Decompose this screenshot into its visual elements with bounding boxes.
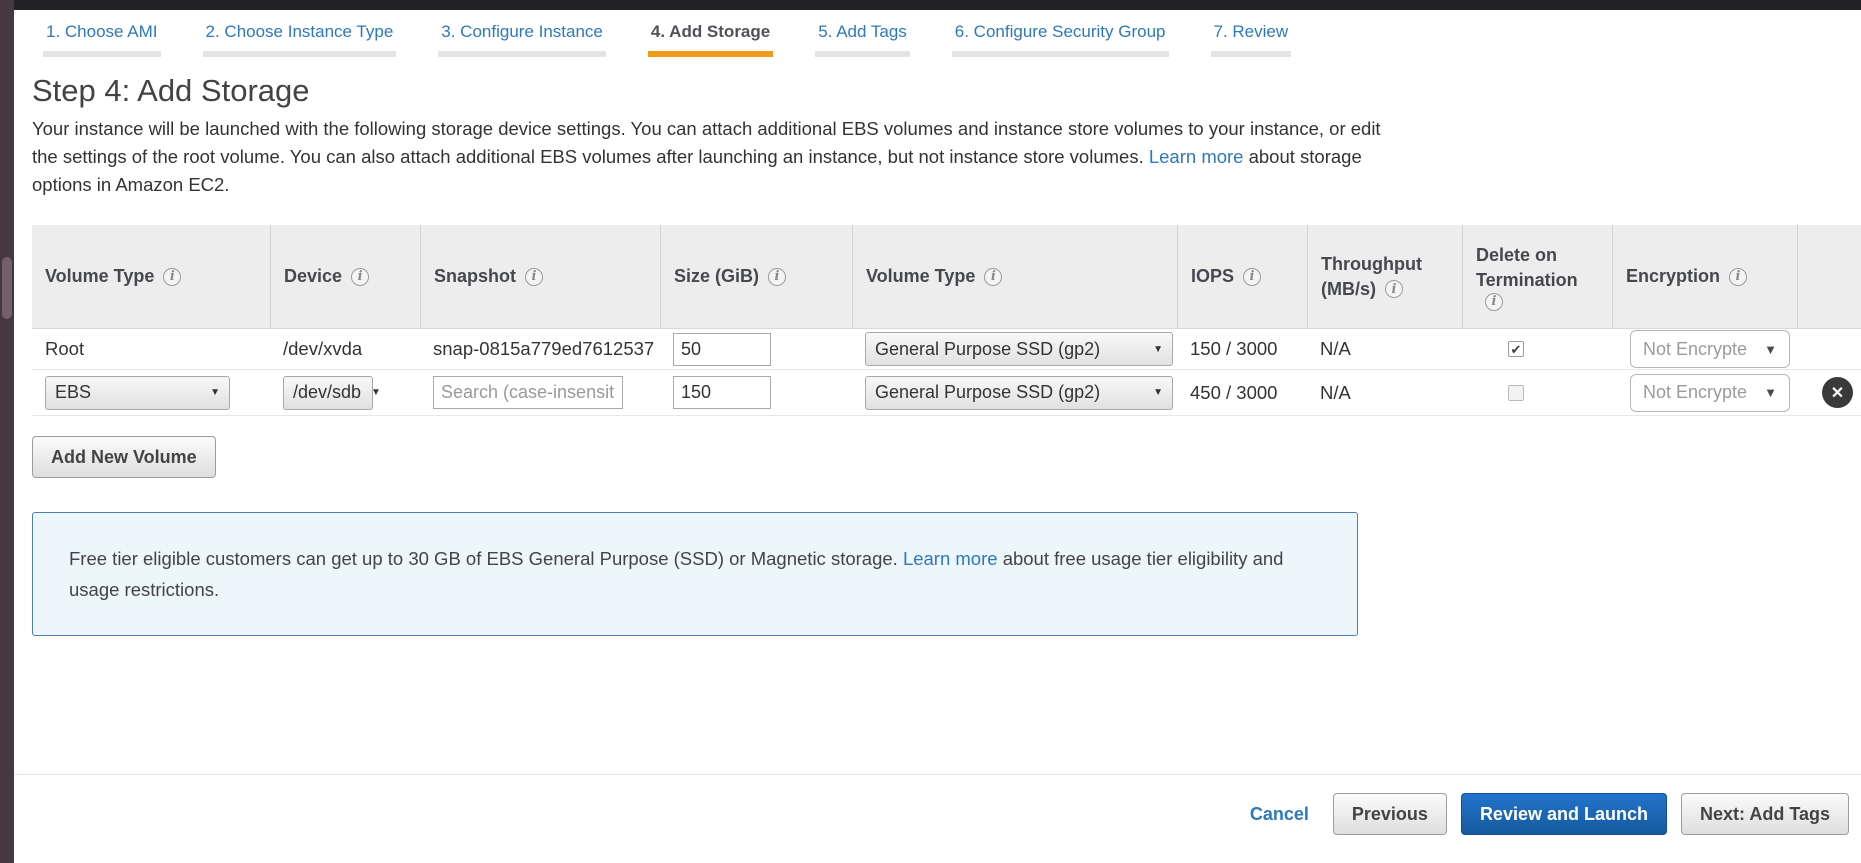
root-volume-type-label: Root <box>32 329 270 369</box>
add-storage-page: 1. Choose AMI 2. Choose Instance Type 3.… <box>14 10 1861 835</box>
selected-option: Not Encrypte <box>1643 382 1747 403</box>
info-icon[interactable]: i <box>984 268 1002 286</box>
root-throughput-value: N/A <box>1307 329 1462 369</box>
caret-down-icon: ▼ <box>371 387 381 398</box>
col-label: Throughput <box>1321 252 1422 277</box>
table-row-root-volume: Root /dev/xvda snap-0815a779ed7612537 Ge… <box>32 329 1861 370</box>
selected-option: General Purpose SSD (gp2) <box>875 339 1100 360</box>
info-icon[interactable]: i <box>351 268 369 286</box>
info-icon[interactable]: i <box>1729 268 1747 286</box>
info-icon[interactable]: i <box>768 268 786 286</box>
add-new-volume-button[interactable]: Add New Volume <box>32 436 216 478</box>
free-tier-text: Free tier eligible customers can get up … <box>69 548 898 569</box>
review-and-launch-button[interactable]: Review and Launch <box>1461 793 1667 835</box>
col-label: Device <box>284 266 342 287</box>
col-header-actions <box>1797 225 1861 328</box>
table-header-row: Volume Type i Device i Snapshot i Size (… <box>32 225 1861 329</box>
table-row-ebs-volume: EBS ▼ /dev/sdb ▼ General Purpose SSD (gp… <box>32 370 1861 416</box>
storage-volumes-table: Volume Type i Device i Snapshot i Size (… <box>32 225 1861 416</box>
tab-review[interactable]: 7. Review <box>1211 22 1292 57</box>
col-header-volume-type: Volume Type i <box>32 225 270 328</box>
root-iops-value: 150 / 3000 <box>1177 329 1307 369</box>
info-icon[interactable]: i <box>1243 268 1261 286</box>
col-header-throughput: Throughput (MB/s) i <box>1307 225 1462 328</box>
ebs-iops-value: 450 / 3000 <box>1177 370 1307 415</box>
browser-top-bar <box>0 0 1861 10</box>
learn-more-free-tier-link[interactable]: Learn more <box>903 548 998 569</box>
ebs-volume-type-gp2-select[interactable]: General Purpose SSD (gp2) ▼ <box>865 376 1173 410</box>
col-header-iops: IOPS i <box>1177 225 1307 328</box>
caret-down-icon: ▼ <box>210 387 220 398</box>
ebs-size-input[interactable] <box>673 376 771 409</box>
tab-configure-instance[interactable]: 3. Configure Instance <box>438 22 606 57</box>
root-snapshot-label: snap-0815a779ed7612537 <box>420 329 660 369</box>
root-encryption-select[interactable]: Not Encrypte ▼ <box>1630 330 1790 368</box>
next-add-tags-button[interactable]: Next: Add Tags <box>1681 793 1849 835</box>
ebs-encryption-select[interactable]: Not Encrypte ▼ <box>1630 374 1790 412</box>
col-label: Delete on <box>1476 243 1557 268</box>
col-label: IOPS <box>1191 266 1234 287</box>
selected-option: /dev/sdb <box>293 382 361 403</box>
root-volume-type-select[interactable]: General Purpose SSD (gp2) ▼ <box>865 332 1173 366</box>
col-label: Snapshot <box>434 266 516 287</box>
col-header-delete-on-termination: Delete on Termination i <box>1462 225 1612 328</box>
cancel-link[interactable]: Cancel <box>1250 804 1309 825</box>
left-side-strip <box>0 0 14 863</box>
info-icon[interactable]: i <box>1385 280 1403 298</box>
ebs-device-select[interactable]: /dev/sdb ▼ <box>283 376 373 410</box>
tab-add-storage[interactable]: 4. Add Storage <box>648 22 773 57</box>
selected-option: EBS <box>55 382 91 403</box>
remove-volume-button[interactable]: ✕ <box>1822 377 1853 408</box>
tab-choose-instance-type[interactable]: 2. Choose Instance Type <box>203 22 397 57</box>
col-header-volume-type-select: Volume Type i <box>852 225 1177 328</box>
col-label: Encryption <box>1626 266 1720 287</box>
ebs-delete-on-termination-checkbox[interactable] <box>1508 385 1524 401</box>
selected-option: Not Encrypte <box>1643 339 1747 360</box>
tab-choose-ami[interactable]: 1. Choose AMI <box>43 22 161 57</box>
col-header-size: Size (GiB) i <box>660 225 852 328</box>
wizard-footer: Cancel Previous Review and Launch Next: … <box>14 774 1861 835</box>
selected-option: General Purpose SSD (gp2) <box>875 382 1100 403</box>
root-device-label: /dev/xvda <box>270 329 420 369</box>
info-icon[interactable]: i <box>1485 293 1503 311</box>
wizard-step-tabs: 1. Choose AMI 2. Choose Instance Type 3.… <box>43 22 1861 57</box>
caret-down-icon: ▼ <box>1764 385 1777 400</box>
tab-configure-security-group[interactable]: 6. Configure Security Group <box>952 22 1169 57</box>
ebs-snapshot-search-input[interactable] <box>433 376 623 409</box>
free-tier-info-box: Free tier eligible customers can get up … <box>32 512 1358 636</box>
col-header-device: Device i <box>270 225 420 328</box>
caret-down-icon: ▼ <box>1153 344 1163 355</box>
scrollbar-thumb[interactable] <box>2 257 12 319</box>
col-label: Volume Type <box>866 266 975 287</box>
tab-add-tags[interactable]: 5. Add Tags <box>815 22 910 57</box>
col-header-encryption: Encryption i <box>1612 225 1797 328</box>
caret-down-icon: ▼ <box>1764 342 1777 357</box>
info-icon[interactable]: i <box>525 268 543 286</box>
col-label-line2: (MB/s) <box>1321 277 1376 302</box>
page-description: Your instance will be launched with the … <box>32 115 1392 199</box>
root-delete-on-termination-checkbox[interactable] <box>1508 341 1524 357</box>
col-label: Size (GiB) <box>674 266 759 287</box>
page-title: Step 4: Add Storage <box>32 73 1861 109</box>
ebs-throughput-value: N/A <box>1307 370 1462 415</box>
col-label: Volume Type <box>45 266 154 287</box>
info-icon[interactable]: i <box>163 268 181 286</box>
caret-down-icon: ▼ <box>1153 387 1163 398</box>
ebs-volume-type-select[interactable]: EBS ▼ <box>45 376 230 410</box>
previous-button[interactable]: Previous <box>1333 793 1447 835</box>
col-header-snapshot: Snapshot i <box>420 225 660 328</box>
root-size-input[interactable] <box>673 333 771 366</box>
learn-more-storage-link[interactable]: Learn more <box>1149 146 1244 167</box>
